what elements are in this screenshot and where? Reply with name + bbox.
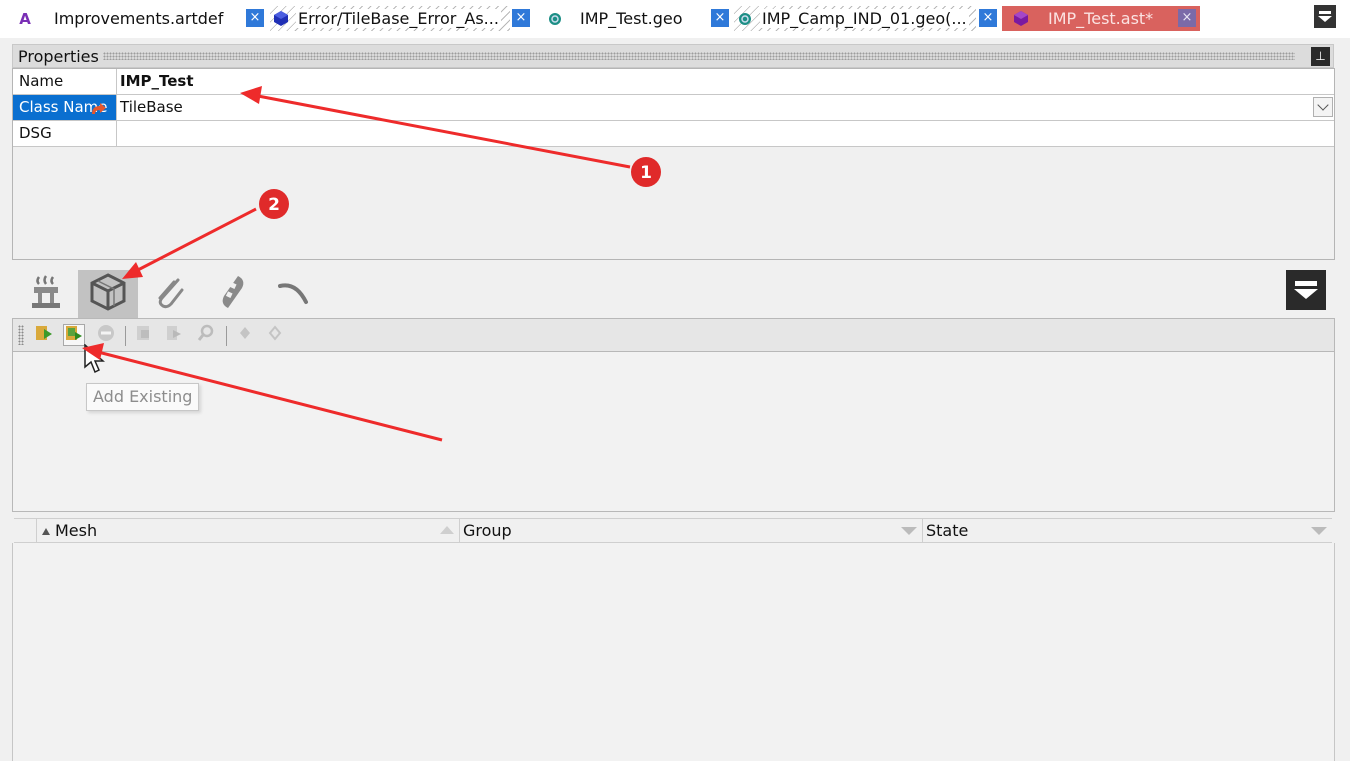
column-filter-icon[interactable] bbox=[1311, 527, 1327, 535]
import-icon bbox=[135, 324, 153, 346]
import-button[interactable] bbox=[133, 324, 155, 346]
film-strip-icon bbox=[214, 274, 250, 314]
attach-icon bbox=[236, 324, 254, 346]
letter-a-icon: A bbox=[19, 9, 31, 28]
properties-title: Properties bbox=[18, 46, 99, 66]
tab-attachments[interactable] bbox=[140, 270, 200, 318]
document-tab-bar: A Improvements.artdef × Error/TileBase_E… bbox=[0, 0, 1350, 38]
property-row-name: Name IMP_Test bbox=[13, 69, 1334, 95]
tab-imp-test-ast[interactable]: IMP_Test.ast* bbox=[1002, 6, 1200, 31]
tab-label: IMP_Test.ast* bbox=[1048, 9, 1154, 28]
tab-label: IMP_Test.geo bbox=[580, 9, 683, 28]
tab-tilebase-error[interactable]: Error/TileBase_Error_As... bbox=[270, 6, 510, 31]
tab-effects[interactable] bbox=[16, 270, 76, 318]
mesh-toolbar bbox=[12, 318, 1335, 352]
panel-menu-button[interactable] bbox=[1286, 270, 1326, 310]
property-name-label[interactable]: Class Name bbox=[13, 95, 117, 120]
properties-grid: Name IMP_Test Class Name TileBase DSG bbox=[12, 68, 1335, 260]
add-existing-tooltip: Add Existing bbox=[86, 383, 200, 411]
property-row-dsg: DSG bbox=[13, 121, 1334, 147]
tab-close-button[interactable]: × bbox=[979, 9, 997, 27]
tab-improvements-artdef[interactable]: A Improvements.artdef bbox=[14, 6, 244, 31]
mesh-cube-icon bbox=[89, 273, 127, 315]
mesh-grid-header: Mesh Group State bbox=[14, 518, 1332, 543]
find-button[interactable] bbox=[195, 324, 217, 346]
toolbar-separator bbox=[226, 326, 227, 346]
properties-empty-area bbox=[13, 147, 1334, 259]
tab-close-button[interactable]: × bbox=[512, 9, 530, 27]
component-tab-strip bbox=[14, 268, 1334, 318]
tab-curves[interactable] bbox=[264, 270, 324, 318]
chevron-down-icon[interactable] bbox=[1313, 97, 1333, 117]
mouse-cursor-icon bbox=[84, 343, 108, 380]
add-existing-button[interactable] bbox=[63, 324, 85, 346]
cube-icon bbox=[1010, 11, 1032, 26]
column-header-state[interactable]: State bbox=[923, 519, 1332, 542]
remove-icon bbox=[97, 324, 115, 346]
tab-imp-test-geo[interactable]: IMP_Test.geo bbox=[544, 6, 704, 31]
tab-close-button[interactable]: × bbox=[246, 9, 264, 27]
mesh-grid-body bbox=[12, 543, 1335, 761]
mesh-list-area bbox=[12, 352, 1335, 512]
search-icon bbox=[197, 324, 215, 346]
property-row-class-name: Class Name TileBase bbox=[13, 95, 1334, 121]
column-header-group[interactable]: Group bbox=[460, 519, 923, 542]
tab-imp-camp-geo[interactable]: IMP_Camp_IND_01.geo(... bbox=[734, 6, 976, 31]
tab-list-menu-button[interactable] bbox=[1314, 5, 1336, 28]
dsg-value-field[interactable] bbox=[117, 121, 1334, 146]
remove-button[interactable] bbox=[95, 324, 117, 346]
add-existing-icon bbox=[65, 324, 83, 346]
export-button[interactable] bbox=[163, 324, 185, 346]
add-new-icon bbox=[35, 324, 53, 346]
properties-header: Properties ⊥ bbox=[12, 44, 1334, 68]
sort-ascending-icon bbox=[42, 528, 50, 535]
pin-icon[interactable]: ⊥ bbox=[1311, 47, 1330, 66]
export-icon bbox=[165, 324, 183, 346]
header-grip-dots bbox=[102, 52, 1295, 60]
column-header-mesh[interactable]: Mesh bbox=[36, 519, 460, 542]
row-header-stub bbox=[14, 519, 37, 542]
tab-label: IMP_Camp_IND_01.geo(... bbox=[760, 9, 969, 28]
tab-close-button[interactable]: × bbox=[1178, 9, 1196, 27]
toolbar-separator bbox=[125, 326, 126, 346]
paperclip-icon bbox=[152, 274, 188, 314]
cube-icon bbox=[270, 11, 292, 26]
detach-button[interactable] bbox=[264, 324, 286, 346]
detach-icon bbox=[266, 324, 284, 346]
attach-button[interactable] bbox=[234, 324, 256, 346]
tab-animations[interactable] bbox=[202, 270, 262, 318]
column-filter-icon[interactable] bbox=[901, 527, 917, 535]
name-value-field[interactable]: IMP_Test bbox=[117, 69, 1334, 94]
property-name-label: DSG bbox=[13, 121, 117, 146]
add-new-button[interactable] bbox=[33, 324, 55, 346]
toolbar-grip[interactable] bbox=[18, 325, 24, 345]
tab-label: Improvements.artdef bbox=[54, 9, 224, 28]
column-sort-icon[interactable] bbox=[440, 526, 454, 534]
geo-icon bbox=[544, 12, 566, 26]
property-name-label: Name bbox=[13, 69, 117, 94]
reset-arrow-icon[interactable] bbox=[89, 100, 107, 120]
geo-icon bbox=[734, 12, 756, 26]
curve-icon bbox=[276, 274, 312, 314]
fountain-icon bbox=[28, 274, 64, 314]
tab-close-button[interactable]: × bbox=[711, 9, 729, 27]
tab-label: Error/TileBase_Error_As... bbox=[296, 9, 501, 28]
class-name-select[interactable]: TileBase bbox=[117, 95, 1334, 120]
tab-meshes[interactable] bbox=[78, 270, 138, 318]
